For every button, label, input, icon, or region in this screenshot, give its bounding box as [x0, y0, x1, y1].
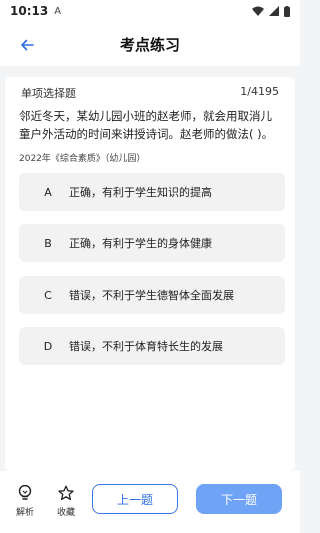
option-text: 正确，有利于学生知识的提高 — [69, 186, 212, 199]
question-card: 单项选择题 1/4195 邻近冬天，某幼儿园小班的赵老师，就会用取消儿童户外活动… — [5, 77, 295, 471]
star-icon — [58, 485, 74, 501]
question-type: 单项选择题 — [21, 87, 76, 100]
option-letter: C — [44, 288, 52, 302]
question-text: 邻近冬天，某幼儿园小班的赵老师，就会用取消儿童户外活动的时间来讲授诗词。赵老师的… — [19, 109, 274, 141]
status-time: 10:13 — [10, 4, 49, 18]
option-c[interactable]: C 错误，不利于学生德智体全面发展 — [19, 276, 285, 314]
option-letter: D — [43, 339, 53, 353]
analysis-button[interactable]: 解析 — [11, 485, 39, 521]
battery-icon — [284, 5, 290, 17]
option-letter: B — [44, 236, 52, 250]
analysis-label: 解析 — [15, 508, 34, 518]
status-icons — [252, 5, 290, 17]
signal-icon — [269, 6, 279, 16]
favorite-button[interactable]: 收藏 — [52, 485, 80, 521]
favorite-label: 收藏 — [56, 508, 75, 518]
status-bar: 10:13 A — [0, 0, 300, 22]
option-text: 错误，不利于学生德智体全面发展 — [69, 289, 234, 302]
app-header: 考点练习 — [0, 22, 300, 66]
option-text: 错误，不利于体育特长生的发展 — [69, 340, 223, 353]
status-notification-icon: A — [54, 5, 62, 17]
page-title: 考点练习 — [119, 35, 180, 54]
wifi-icon — [252, 6, 264, 16]
lightbulb-icon — [18, 485, 32, 500]
arrow-left-icon — [21, 39, 34, 51]
option-d[interactable]: D 错误，不利于体育特长生的发展 — [19, 327, 285, 365]
option-a[interactable]: A 正确，有利于学生知识的提高 — [19, 173, 285, 211]
option-text: 正确，有利于学生的身体健康 — [69, 237, 212, 250]
bottom-toolbar: 解析 收藏 上一题 下一题 — [0, 471, 300, 533]
option-b[interactable]: B 正确，有利于学生的身体健康 — [19, 224, 285, 262]
back-button[interactable] — [16, 34, 38, 56]
previous-question-button[interactable]: 上一题 — [92, 484, 178, 514]
question-progress: 1/4195 — [240, 85, 279, 98]
next-question-button[interactable]: 下一题 — [196, 484, 282, 514]
question-source: 2022年《综合素质》（幼儿园） — [19, 154, 146, 164]
option-letter: A — [44, 185, 52, 199]
